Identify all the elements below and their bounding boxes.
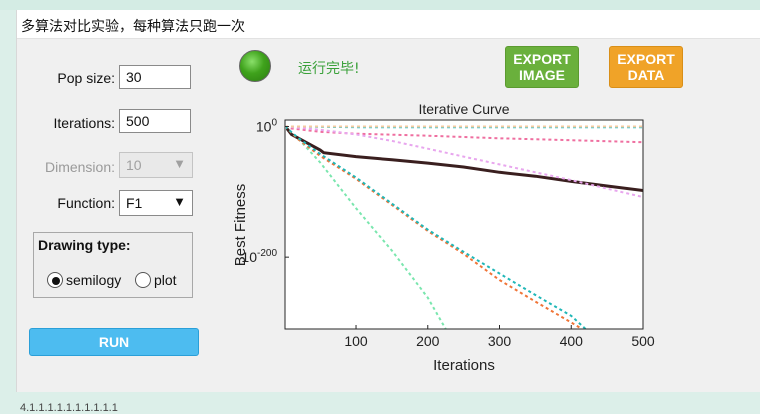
function-value: F1 bbox=[126, 195, 143, 211]
chart-title: Iterative Curve bbox=[418, 101, 509, 117]
app-window: 多算法对比实验，每种算法只跑一次 Pop size: 30 Iterations… bbox=[16, 10, 760, 392]
plot-area bbox=[285, 120, 643, 329]
x-tick-label: 500 bbox=[631, 333, 655, 349]
dimension-select[interactable]: 10 ▼ bbox=[119, 152, 193, 178]
drawing-type-title: Drawing type: bbox=[38, 237, 131, 253]
run-button[interactable]: RUN bbox=[29, 328, 199, 356]
drawing-type-panel: Drawing type: semilogy plot bbox=[33, 232, 193, 298]
pop-size-input[interactable]: 30 bbox=[119, 65, 191, 89]
export-data-button[interactable]: EXPORT DATA bbox=[609, 46, 683, 88]
x-tick-label: 100 bbox=[344, 333, 368, 349]
top-strip bbox=[0, 0, 760, 10]
radio-selected-dot bbox=[52, 277, 60, 285]
function-label: Function: bbox=[57, 195, 115, 211]
export-image-button[interactable]: EXPORT IMAGE bbox=[505, 46, 579, 88]
title-bar: 多算法对比实验，每种算法只跑一次 bbox=[17, 10, 760, 39]
status-text: 运行完毕! bbox=[298, 61, 360, 77]
iterative-curve-chart: Iterative Curve 100 200 300 400 500 10010-20… bbox=[232, 101, 655, 374]
radio-label-plot: plot bbox=[154, 272, 177, 288]
radio-circle bbox=[135, 272, 151, 288]
footer-text: 4.1.1.1.1.1.1.1.1.1.1 bbox=[20, 402, 118, 414]
y-tick-label: 100 bbox=[256, 118, 278, 135]
y-axis-label: Best Fitness bbox=[232, 184, 249, 267]
chevron-down-icon: ▼ bbox=[173, 194, 186, 209]
x-tick-label: 300 bbox=[488, 333, 512, 349]
x-axis-label: Iterations bbox=[433, 357, 495, 374]
dimension-value: 10 bbox=[126, 157, 142, 173]
x-tick-label: 400 bbox=[560, 333, 584, 349]
chevron-down-icon: ▼ bbox=[173, 156, 186, 171]
dimension-label: Dimension: bbox=[44, 159, 115, 175]
bottom-strip: 4.1.1.1.1.1.1.1.1.1.1 bbox=[0, 392, 760, 414]
window-title: 多算法对比实验，每种算法只跑一次 bbox=[21, 19, 245, 35]
x-tick-label: 200 bbox=[416, 333, 440, 349]
iterations-input[interactable]: 500 bbox=[119, 109, 191, 133]
function-select[interactable]: F1 ▼ bbox=[119, 190, 193, 216]
status-lamp-icon bbox=[239, 50, 271, 82]
pop-size-label: Pop size: bbox=[57, 70, 115, 86]
radio-circle bbox=[47, 272, 63, 288]
radio-label-semilogy: semilogy bbox=[66, 272, 122, 288]
iterations-label: Iterations: bbox=[53, 115, 115, 131]
